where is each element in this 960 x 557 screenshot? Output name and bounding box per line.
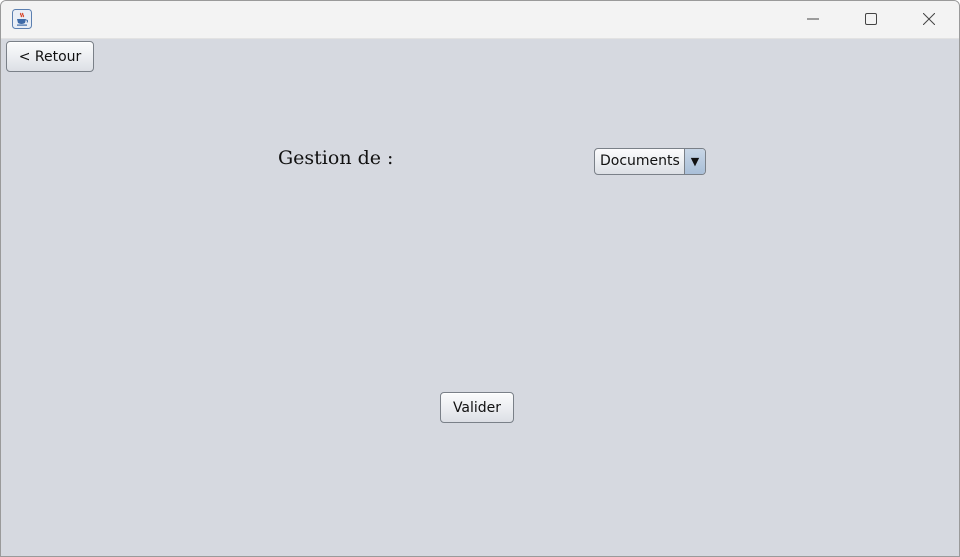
close-button[interactable] [900, 1, 958, 38]
minimize-icon [807, 10, 819, 29]
chevron-down-icon[interactable]: ▼ [684, 149, 705, 174]
maximize-icon [865, 10, 877, 29]
java-app-icon [12, 9, 32, 29]
title-bar[interactable] [1, 1, 959, 39]
type-select[interactable]: Documents ▼ [594, 148, 706, 175]
back-button[interactable]: < Retour [6, 41, 94, 72]
gestion-label: Gestion de : [278, 147, 394, 169]
app-window: < Retour Gestion de : Documents ▼ Valide… [0, 0, 960, 557]
close-icon [922, 10, 936, 29]
maximize-button[interactable] [842, 1, 900, 38]
submit-button[interactable]: Valider [440, 392, 514, 423]
minimize-button[interactable] [784, 1, 842, 38]
type-select-value: Documents [600, 153, 680, 169]
main-panel: < Retour Gestion de : Documents ▼ Valide… [1, 39, 959, 556]
